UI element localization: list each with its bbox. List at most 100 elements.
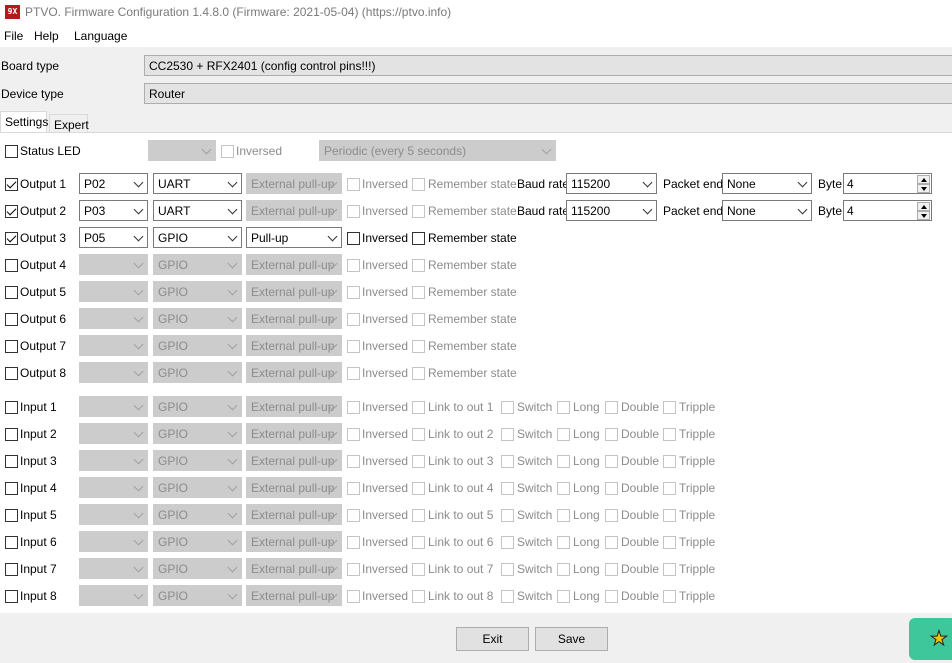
output-pin-select[interactable]: [79, 362, 148, 383]
menu-language[interactable]: Language: [74, 29, 127, 43]
output-inversed-checkbox[interactable]: [347, 367, 360, 380]
output-remember-checkbox[interactable]: [412, 178, 425, 191]
input-long-checkbox[interactable]: [557, 563, 570, 576]
input-link-checkbox[interactable]: [412, 455, 425, 468]
packet-end-select[interactable]: None: [722, 173, 812, 194]
spin-down-icon[interactable]: [917, 211, 930, 220]
status-led-pin-select[interactable]: [148, 140, 216, 161]
output-type-select[interactable]: GPIO: [153, 227, 242, 248]
output-remember-checkbox[interactable]: [412, 286, 425, 299]
input-link-checkbox[interactable]: [412, 482, 425, 495]
input-pin-select[interactable]: [79, 531, 148, 552]
output-inversed-checkbox[interactable]: [347, 259, 360, 272]
output-pin-select[interactable]: [79, 254, 148, 275]
input-link-checkbox[interactable]: [412, 401, 425, 414]
save-button[interactable]: Save: [535, 627, 608, 651]
status-led-inversed-checkbox[interactable]: [221, 145, 234, 158]
input-pin-select[interactable]: [79, 450, 148, 471]
output-enable-checkbox[interactable]: [5, 313, 18, 326]
input-enable-checkbox[interactable]: [5, 428, 18, 441]
output-inversed-checkbox[interactable]: [347, 340, 360, 353]
output-pin-select[interactable]: P05: [79, 227, 148, 248]
input-type-select[interactable]: GPIO: [153, 585, 242, 606]
output-enable-checkbox[interactable]: [5, 367, 18, 380]
exit-button[interactable]: Exit: [456, 627, 529, 651]
output-pull-select[interactable]: External pull-up: [246, 254, 342, 275]
input-switch-checkbox[interactable]: [501, 563, 514, 576]
input-type-select[interactable]: GPIO: [153, 504, 242, 525]
output-type-select[interactable]: GPIO: [153, 362, 242, 383]
baud-rate-select[interactable]: 115200: [566, 173, 657, 194]
packet-end-select[interactable]: None: [722, 200, 812, 221]
input-pull-select[interactable]: External pull-up: [246, 396, 342, 417]
input-pin-select[interactable]: [79, 423, 148, 444]
input-type-select[interactable]: GPIO: [153, 450, 242, 471]
output-pull-select[interactable]: External pull-up: [246, 335, 342, 356]
output-enable-checkbox[interactable]: [5, 178, 18, 191]
input-type-select[interactable]: GPIO: [153, 396, 242, 417]
input-link-checkbox[interactable]: [412, 509, 425, 522]
input-inversed-checkbox[interactable]: [347, 482, 360, 495]
input-pull-select[interactable]: External pull-up: [246, 585, 342, 606]
output-enable-checkbox[interactable]: [5, 340, 18, 353]
byte-spinner[interactable]: 4: [843, 200, 932, 221]
input-inversed-checkbox[interactable]: [347, 428, 360, 441]
input-switch-checkbox[interactable]: [501, 401, 514, 414]
input-link-checkbox[interactable]: [412, 536, 425, 549]
input-tripple-checkbox[interactable]: [663, 401, 676, 414]
input-enable-checkbox[interactable]: [5, 590, 18, 603]
output-inversed-checkbox[interactable]: [347, 232, 360, 245]
favorite-button[interactable]: ★: [909, 618, 952, 660]
input-inversed-checkbox[interactable]: [347, 509, 360, 522]
input-long-checkbox[interactable]: [557, 455, 570, 468]
tab-expert[interactable]: Expert: [49, 114, 89, 134]
output-inversed-checkbox[interactable]: [347, 205, 360, 218]
output-enable-checkbox[interactable]: [5, 232, 18, 245]
input-inversed-checkbox[interactable]: [347, 401, 360, 414]
input-double-checkbox[interactable]: [605, 590, 618, 603]
spin-up-icon[interactable]: [917, 175, 930, 184]
board-type-select[interactable]: CC2530 + RFX2401 (config control pins!!!…: [144, 55, 952, 76]
output-pull-select[interactable]: External pull-up: [246, 362, 342, 383]
input-enable-checkbox[interactable]: [5, 563, 18, 576]
spin-down-icon[interactable]: [917, 184, 930, 193]
input-pull-select[interactable]: External pull-up: [246, 477, 342, 498]
input-enable-checkbox[interactable]: [5, 536, 18, 549]
input-enable-checkbox[interactable]: [5, 482, 18, 495]
baud-rate-select[interactable]: 115200: [566, 200, 657, 221]
output-pin-select[interactable]: [79, 335, 148, 356]
output-pin-select[interactable]: [79, 308, 148, 329]
input-link-checkbox[interactable]: [412, 563, 425, 576]
input-double-checkbox[interactable]: [605, 455, 618, 468]
input-tripple-checkbox[interactable]: [663, 482, 676, 495]
menu-file[interactable]: File: [4, 29, 23, 43]
input-double-checkbox[interactable]: [605, 563, 618, 576]
input-enable-checkbox[interactable]: [5, 401, 18, 414]
output-type-select[interactable]: GPIO: [153, 281, 242, 302]
input-enable-checkbox[interactable]: [5, 509, 18, 522]
input-switch-checkbox[interactable]: [501, 590, 514, 603]
input-pin-select[interactable]: [79, 504, 148, 525]
input-type-select[interactable]: GPIO: [153, 477, 242, 498]
input-double-checkbox[interactable]: [605, 401, 618, 414]
output-remember-checkbox[interactable]: [412, 367, 425, 380]
input-tripple-checkbox[interactable]: [663, 509, 676, 522]
input-switch-checkbox[interactable]: [501, 428, 514, 441]
output-type-select[interactable]: GPIO: [153, 254, 242, 275]
input-pull-select[interactable]: External pull-up: [246, 423, 342, 444]
status-led-mode-select[interactable]: Periodic (every 5 seconds): [319, 140, 556, 161]
input-pull-select[interactable]: External pull-up: [246, 450, 342, 471]
input-pin-select[interactable]: [79, 396, 148, 417]
input-tripple-checkbox[interactable]: [663, 590, 676, 603]
output-pin-select[interactable]: [79, 281, 148, 302]
input-enable-checkbox[interactable]: [5, 455, 18, 468]
input-tripple-checkbox[interactable]: [663, 455, 676, 468]
input-long-checkbox[interactable]: [557, 401, 570, 414]
input-long-checkbox[interactable]: [557, 509, 570, 522]
output-type-select[interactable]: UART: [153, 200, 242, 221]
input-tripple-checkbox[interactable]: [663, 563, 676, 576]
input-switch-checkbox[interactable]: [501, 536, 514, 549]
output-type-select[interactable]: GPIO: [153, 335, 242, 356]
input-tripple-checkbox[interactable]: [663, 428, 676, 441]
input-type-select[interactable]: GPIO: [153, 531, 242, 552]
